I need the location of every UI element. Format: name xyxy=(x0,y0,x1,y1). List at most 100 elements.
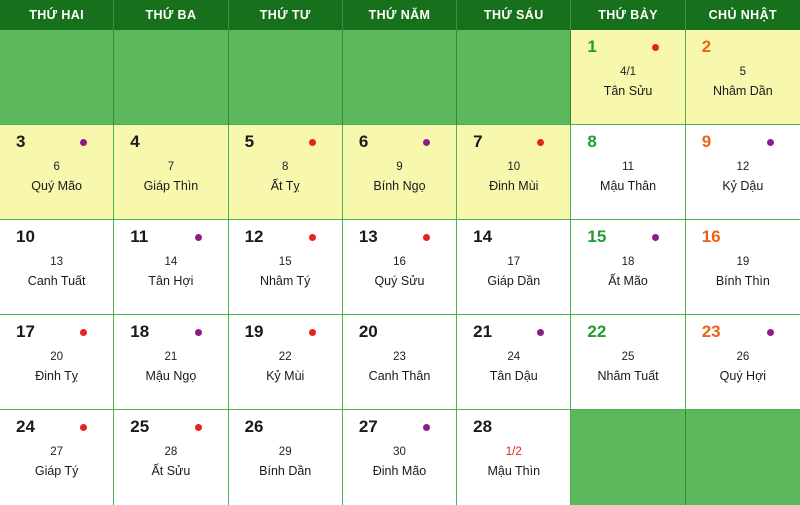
calendar-day-cell[interactable]: 15 18 Ất Mão xyxy=(571,220,686,315)
weekday-header-5: THỨ BẢY xyxy=(571,0,686,30)
calendar-day-cell[interactable]: 14 17 Giáp Dần xyxy=(457,220,572,315)
lunar-date-block: 6 Quý Mão xyxy=(0,159,113,196)
calendar-day-cell[interactable]: 28 1/2 Mậu Thìn xyxy=(457,410,572,505)
lunar-day-number: 21 xyxy=(164,351,178,363)
lunar-date-block: 11 Mậu Thân xyxy=(571,159,684,196)
calendar-day-cell[interactable]: 24 27 Giáp Tý xyxy=(0,410,115,505)
lunar-day-number: 11 xyxy=(622,161,635,173)
lunar-day-number: 20 xyxy=(50,351,64,363)
calendar-day-cell[interactable]: 13 16 Quý Sửu xyxy=(342,220,458,315)
day-event-dot-icon xyxy=(537,139,545,146)
lunar-date-block: 14 Tân Hợi xyxy=(114,254,227,291)
lunar-sexagenary-name: Mậu Ngọ xyxy=(145,368,197,383)
day-event-dot-icon xyxy=(80,139,88,146)
solar-day-number: 13 xyxy=(358,227,378,246)
weekday-header-2: THỨ TƯ xyxy=(229,0,343,30)
lunar-sexagenary-name: Bính Thìn xyxy=(715,273,770,288)
weekday-header-0: THỨ HAI xyxy=(0,0,115,30)
calendar-day-cell[interactable]: 20 23 Canh Thân xyxy=(342,315,458,410)
solar-day-number: 20 xyxy=(358,322,378,341)
calendar-day-cell[interactable]: 25 28 Ất Sửu xyxy=(114,410,229,505)
calendar-empty-cell xyxy=(685,410,800,505)
lunar-sexagenary-name: Đinh Tỵ xyxy=(35,368,79,383)
lunar-sexagenary-name: Ất Tỵ xyxy=(270,178,300,193)
calendar-empty-cell xyxy=(114,30,229,125)
lunar-date-block: 21 Mậu Ngọ xyxy=(114,349,227,386)
solar-day-number: 2 xyxy=(701,37,712,56)
calendar-day-cell[interactable]: 7 10 Đinh Mùi xyxy=(457,125,572,220)
day-event-dot-icon xyxy=(423,139,431,146)
lunar-sexagenary-name: Bính Dần xyxy=(259,463,312,478)
solar-day-number: 23 xyxy=(701,322,721,341)
solar-day-number: 16 xyxy=(701,227,721,246)
lunar-date-block: 17 Giáp Dần xyxy=(457,254,570,291)
solar-day-number: 24 xyxy=(16,417,35,436)
calendar-day-cell[interactable]: 2 5 Nhâm Dần xyxy=(685,30,800,125)
calendar-day-cell[interactable]: 21 24 Tân Dậu xyxy=(457,315,572,410)
day-event-dot-icon xyxy=(194,329,202,336)
calendar-day-cell[interactable]: 1 4/1 Tân Sửu xyxy=(571,30,686,125)
calendar-empty-cell xyxy=(0,30,115,125)
lunar-sexagenary-name: Nhâm Dần xyxy=(712,83,773,98)
lunar-date-block: 18 Ất Mão xyxy=(571,254,684,291)
lunar-day-number: 24 xyxy=(507,351,521,363)
solar-day-number: 22 xyxy=(587,322,607,341)
solar-day-number: 18 xyxy=(130,322,150,341)
solar-day-number: 17 xyxy=(16,322,35,341)
lunar-sexagenary-name: Tân Sửu xyxy=(603,83,653,98)
lunar-day-number: 4/1 xyxy=(620,66,637,78)
lunar-date-block: 5 Nhâm Dần xyxy=(686,64,800,101)
lunar-day-number: 23 xyxy=(393,351,406,363)
calendar-day-cell[interactable]: 10 13 Canh Tuất xyxy=(0,220,115,315)
lunar-day-number: 22 xyxy=(278,351,292,363)
calendar-day-cell[interactable]: 23 26 Quý Hợi xyxy=(685,315,800,410)
solar-day-number: 3 xyxy=(16,132,26,151)
calendar-day-cell[interactable]: 17 20 Đinh Tỵ xyxy=(0,315,115,410)
calendar-day-cell[interactable]: 12 15 Nhâm Tý xyxy=(228,220,343,315)
calendar-weekday-header: THỨ HAI THỨ BA THỨ TƯ THỨ NĂM THỨ SÁU THỨ BẢY… xyxy=(0,0,800,30)
calendar-day-cell[interactable]: 9 12 Kỷ Dậu xyxy=(685,125,800,220)
calendar-day-cell[interactable]: 19 22 Kỷ Mùi xyxy=(228,315,343,410)
day-event-dot-icon xyxy=(766,139,774,146)
calendar-day-cell[interactable]: 8 11 Mậu Thân xyxy=(571,125,686,220)
calendar-day-cell[interactable]: 6 9 Bính Ngọ xyxy=(342,125,458,220)
lunar-sexagenary-name: Mậu Thìn xyxy=(487,463,541,478)
calendar-day-cell[interactable]: 26 29 Bính Dần xyxy=(228,410,343,505)
lunar-sexagenary-name: Ất Sửu xyxy=(151,463,191,478)
calendar-day-cell[interactable]: 18 21 Mậu Ngọ xyxy=(114,315,229,410)
day-event-dot-icon xyxy=(766,329,774,336)
calendar-day-cell[interactable]: 16 19 Bính Thìn xyxy=(685,220,800,315)
lunar-sexagenary-name: Quý Mão xyxy=(31,178,82,193)
solar-day-number: 12 xyxy=(244,227,264,246)
day-event-dot-icon xyxy=(651,234,659,241)
calendar-day-cell[interactable]: 22 25 Nhâm Tuất xyxy=(571,315,686,410)
lunar-day-number: 14 xyxy=(164,256,178,268)
solar-day-number: 9 xyxy=(701,132,712,151)
lunar-date-block: 30 Đinh Mão xyxy=(343,444,456,481)
lunar-sexagenary-name: Giáp Tý xyxy=(34,463,79,478)
solar-day-number: 15 xyxy=(587,227,607,246)
calendar-day-cell[interactable]: 4 7 Giáp Thìn xyxy=(114,125,229,220)
lunar-date-block: 19 Bính Thìn xyxy=(686,254,800,291)
lunar-sexagenary-name: Giáp Dần xyxy=(487,273,541,288)
calendar-day-cell[interactable]: 5 8 Ất Tỵ xyxy=(228,125,343,220)
calendar-day-cell[interactable]: 11 14 Tân Hợi xyxy=(114,220,229,315)
lunar-sexagenary-name: Quý Hợi xyxy=(719,368,767,383)
weekday-header-1: THỨ BA xyxy=(114,0,229,30)
weekday-header-3: THỨ NĂM xyxy=(343,0,458,30)
solar-day-number: 6 xyxy=(358,132,369,151)
solar-day-number: 5 xyxy=(244,132,255,151)
calendar-day-cell[interactable]: 3 6 Quý Mão xyxy=(0,125,115,220)
lunar-sexagenary-name: Canh Thân xyxy=(368,368,431,383)
lunar-day-number: 6 xyxy=(53,161,60,173)
lunar-day-number: 27 xyxy=(50,446,64,458)
day-event-dot-icon xyxy=(537,329,545,336)
lunar-day-number: 16 xyxy=(393,256,406,268)
lunar-day-number: 18 xyxy=(621,256,635,268)
lunar-date-block: 25 Nhâm Tuất xyxy=(571,349,684,386)
lunar-day-number: 17 xyxy=(507,256,521,268)
lunar-date-block: 12 Kỷ Dậu xyxy=(686,159,800,196)
calendar-day-cell[interactable]: 27 30 Đinh Mão xyxy=(342,410,458,505)
lunar-day-number: 10 xyxy=(507,161,521,173)
lunar-day-number: 12 xyxy=(736,161,750,173)
